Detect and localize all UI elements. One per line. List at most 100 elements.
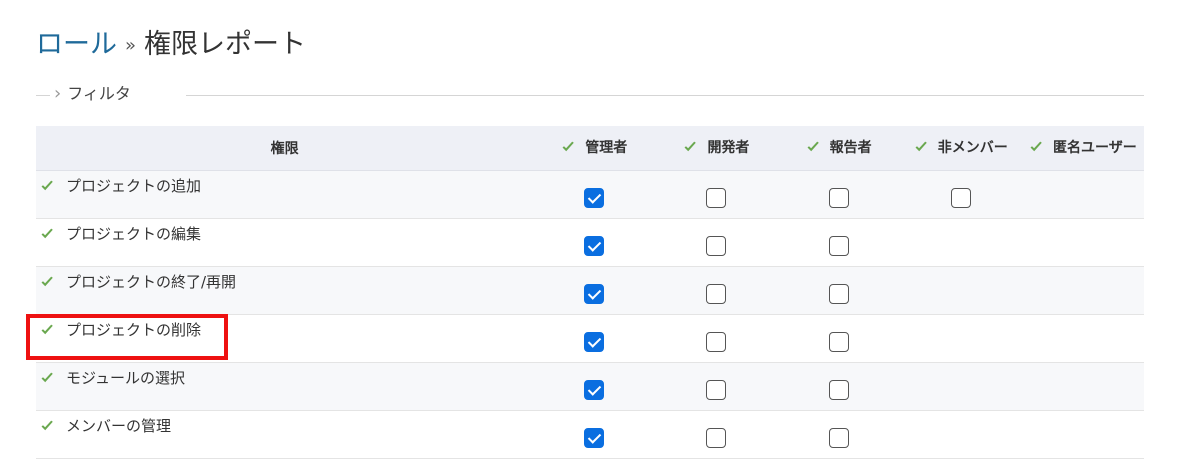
role-permission-cell xyxy=(533,170,655,218)
permission-checkbox[interactable] xyxy=(706,188,727,209)
role-header-3[interactable]: 報告者 xyxy=(777,126,900,171)
permission-checkbox[interactable] xyxy=(828,236,849,257)
filter-fieldset: › フィルタ xyxy=(36,84,1144,104)
table-row: メンバーの管理 xyxy=(36,410,1144,458)
role-permission-cell xyxy=(655,362,777,410)
role-header-2[interactable]: 開発者 xyxy=(655,126,778,171)
table-row: プロジェクトの編集 xyxy=(36,218,1144,266)
check-icon[interactable] xyxy=(40,370,54,384)
permission-checkbox[interactable] xyxy=(706,428,727,449)
role-header-label: 匿名ユーザー xyxy=(1053,140,1137,157)
role-permission-cell xyxy=(655,266,777,314)
permissions-table: 権限 管理者 開発者 報告者 非メンバー 匿名ユーザー プロジェクトの追加 プロジ… xyxy=(36,126,1144,459)
permission-cell: プロジェクトの削除 xyxy=(36,314,533,362)
permission-cell: メンバーの管理 xyxy=(36,410,533,458)
role-header-content: 報告者 xyxy=(806,137,872,157)
role-permission-cell xyxy=(778,218,900,266)
permission-column-header: 権限 xyxy=(36,126,534,171)
permission-checkbox[interactable] xyxy=(828,428,849,449)
check-icon[interactable] xyxy=(40,178,54,192)
check-icon[interactable] xyxy=(914,140,928,154)
role-permission-cell xyxy=(655,170,777,218)
permission-cell: プロジェクトの編集 xyxy=(36,218,533,266)
role-permission-cell xyxy=(778,266,900,314)
permission-cell-content: プロジェクトの編集 xyxy=(36,223,533,244)
page-title: ロール » 権限レポート xyxy=(36,28,306,65)
permission-cell-content: メンバーの管理 xyxy=(36,415,533,436)
role-header-label: 管理者 xyxy=(585,140,628,157)
check-icon[interactable] xyxy=(1029,140,1043,154)
role-header-label: 非メンバー xyxy=(937,140,1008,157)
check-icon[interactable] xyxy=(40,274,54,288)
permission-checkbox[interactable] xyxy=(584,380,605,401)
role-permission-cell xyxy=(900,362,1022,410)
role-permission-cell xyxy=(778,314,900,362)
permission-checkbox[interactable] xyxy=(706,284,727,305)
permission-checkbox[interactable] xyxy=(828,380,849,401)
filter-toggle[interactable]: › フィルタ xyxy=(54,84,131,104)
role-permission-cell xyxy=(1022,266,1144,314)
role-permission-cell xyxy=(533,314,655,362)
role-permission-cell xyxy=(1022,170,1144,218)
permission-name: プロジェクトの削除 xyxy=(66,320,202,339)
permission-cell: プロジェクトの追加 xyxy=(36,170,533,218)
chevron-right-icon: › xyxy=(54,83,62,104)
permission-checkbox[interactable] xyxy=(950,188,971,209)
table-row: プロジェクトの削除 xyxy=(36,314,1144,362)
role-header-content: 管理者 xyxy=(561,137,627,157)
role-permission-cell xyxy=(533,362,655,410)
permission-checkbox[interactable] xyxy=(584,332,605,353)
permission-checkbox[interactable] xyxy=(706,236,727,257)
role-permission-cell xyxy=(533,410,655,458)
permission-cell-content: モジュールの選択 xyxy=(36,367,533,388)
role-permission-cell xyxy=(778,170,900,218)
role-permission-cell xyxy=(778,410,900,458)
role-header-5[interactable]: 匿名ユーザー xyxy=(1021,126,1144,171)
permission-checkbox[interactable] xyxy=(706,380,727,401)
role-header-content: 開発者 xyxy=(683,137,749,157)
permission-checkbox[interactable] xyxy=(706,332,727,353)
permission-name: モジュールの選択 xyxy=(66,368,185,387)
check-icon[interactable] xyxy=(40,322,54,336)
table-row: モジュールの選択 xyxy=(36,362,1144,410)
role-permission-cell xyxy=(1022,362,1144,410)
breadcrumb-current: 権限レポート xyxy=(144,29,307,60)
breadcrumb-separator: » xyxy=(125,35,137,56)
check-icon[interactable] xyxy=(683,140,697,154)
permission-cell: プロジェクトの終了/再開 xyxy=(36,266,533,314)
breadcrumb-roles-link[interactable]: ロール xyxy=(36,29,117,60)
role-permission-cell xyxy=(655,410,777,458)
role-header-content: 匿名ユーザー xyxy=(1029,137,1137,157)
permission-checkbox[interactable] xyxy=(584,284,605,305)
check-icon[interactable] xyxy=(561,140,575,154)
permission-checkbox[interactable] xyxy=(584,428,605,449)
role-permission-cell xyxy=(1022,410,1144,458)
role-header-4[interactable]: 非メンバー xyxy=(899,126,1022,171)
role-header-content: 非メンバー xyxy=(914,137,1008,157)
check-icon[interactable] xyxy=(806,140,820,154)
permission-cell: モジュールの選択 xyxy=(36,362,533,410)
permission-checkbox[interactable] xyxy=(828,284,849,305)
role-header-label: 開発者 xyxy=(707,140,750,157)
role-header-1[interactable]: 管理者 xyxy=(533,126,656,171)
role-permission-cell xyxy=(778,362,900,410)
check-icon[interactable] xyxy=(40,226,54,240)
permission-checkbox[interactable] xyxy=(828,188,849,209)
table-row: プロジェクトの終了/再開 xyxy=(36,266,1144,314)
table-body: プロジェクトの追加プロジェクトの編集プロジェクトの終了/再開プロジェクトの削除モ… xyxy=(36,170,1144,458)
permission-checkbox[interactable] xyxy=(828,332,849,353)
permission-checkbox[interactable] xyxy=(584,236,605,257)
permission-cell-content: プロジェクトの終了/再開 xyxy=(36,271,533,292)
permission-name: プロジェクトの編集 xyxy=(66,224,202,243)
role-permission-cell xyxy=(900,266,1022,314)
role-permission-cell xyxy=(900,170,1022,218)
table-row: プロジェクトの追加 xyxy=(36,170,1144,218)
table-header-row: 権限 管理者 開発者 報告者 非メンバー 匿名ユーザー xyxy=(36,126,1144,171)
role-permission-cell xyxy=(655,314,777,362)
permission-checkbox[interactable] xyxy=(584,188,605,209)
check-icon[interactable] xyxy=(40,418,54,432)
role-permission-cell xyxy=(1022,314,1144,362)
role-permission-cell xyxy=(900,218,1022,266)
role-permission-cell xyxy=(900,314,1022,362)
role-permission-cell xyxy=(900,410,1022,458)
